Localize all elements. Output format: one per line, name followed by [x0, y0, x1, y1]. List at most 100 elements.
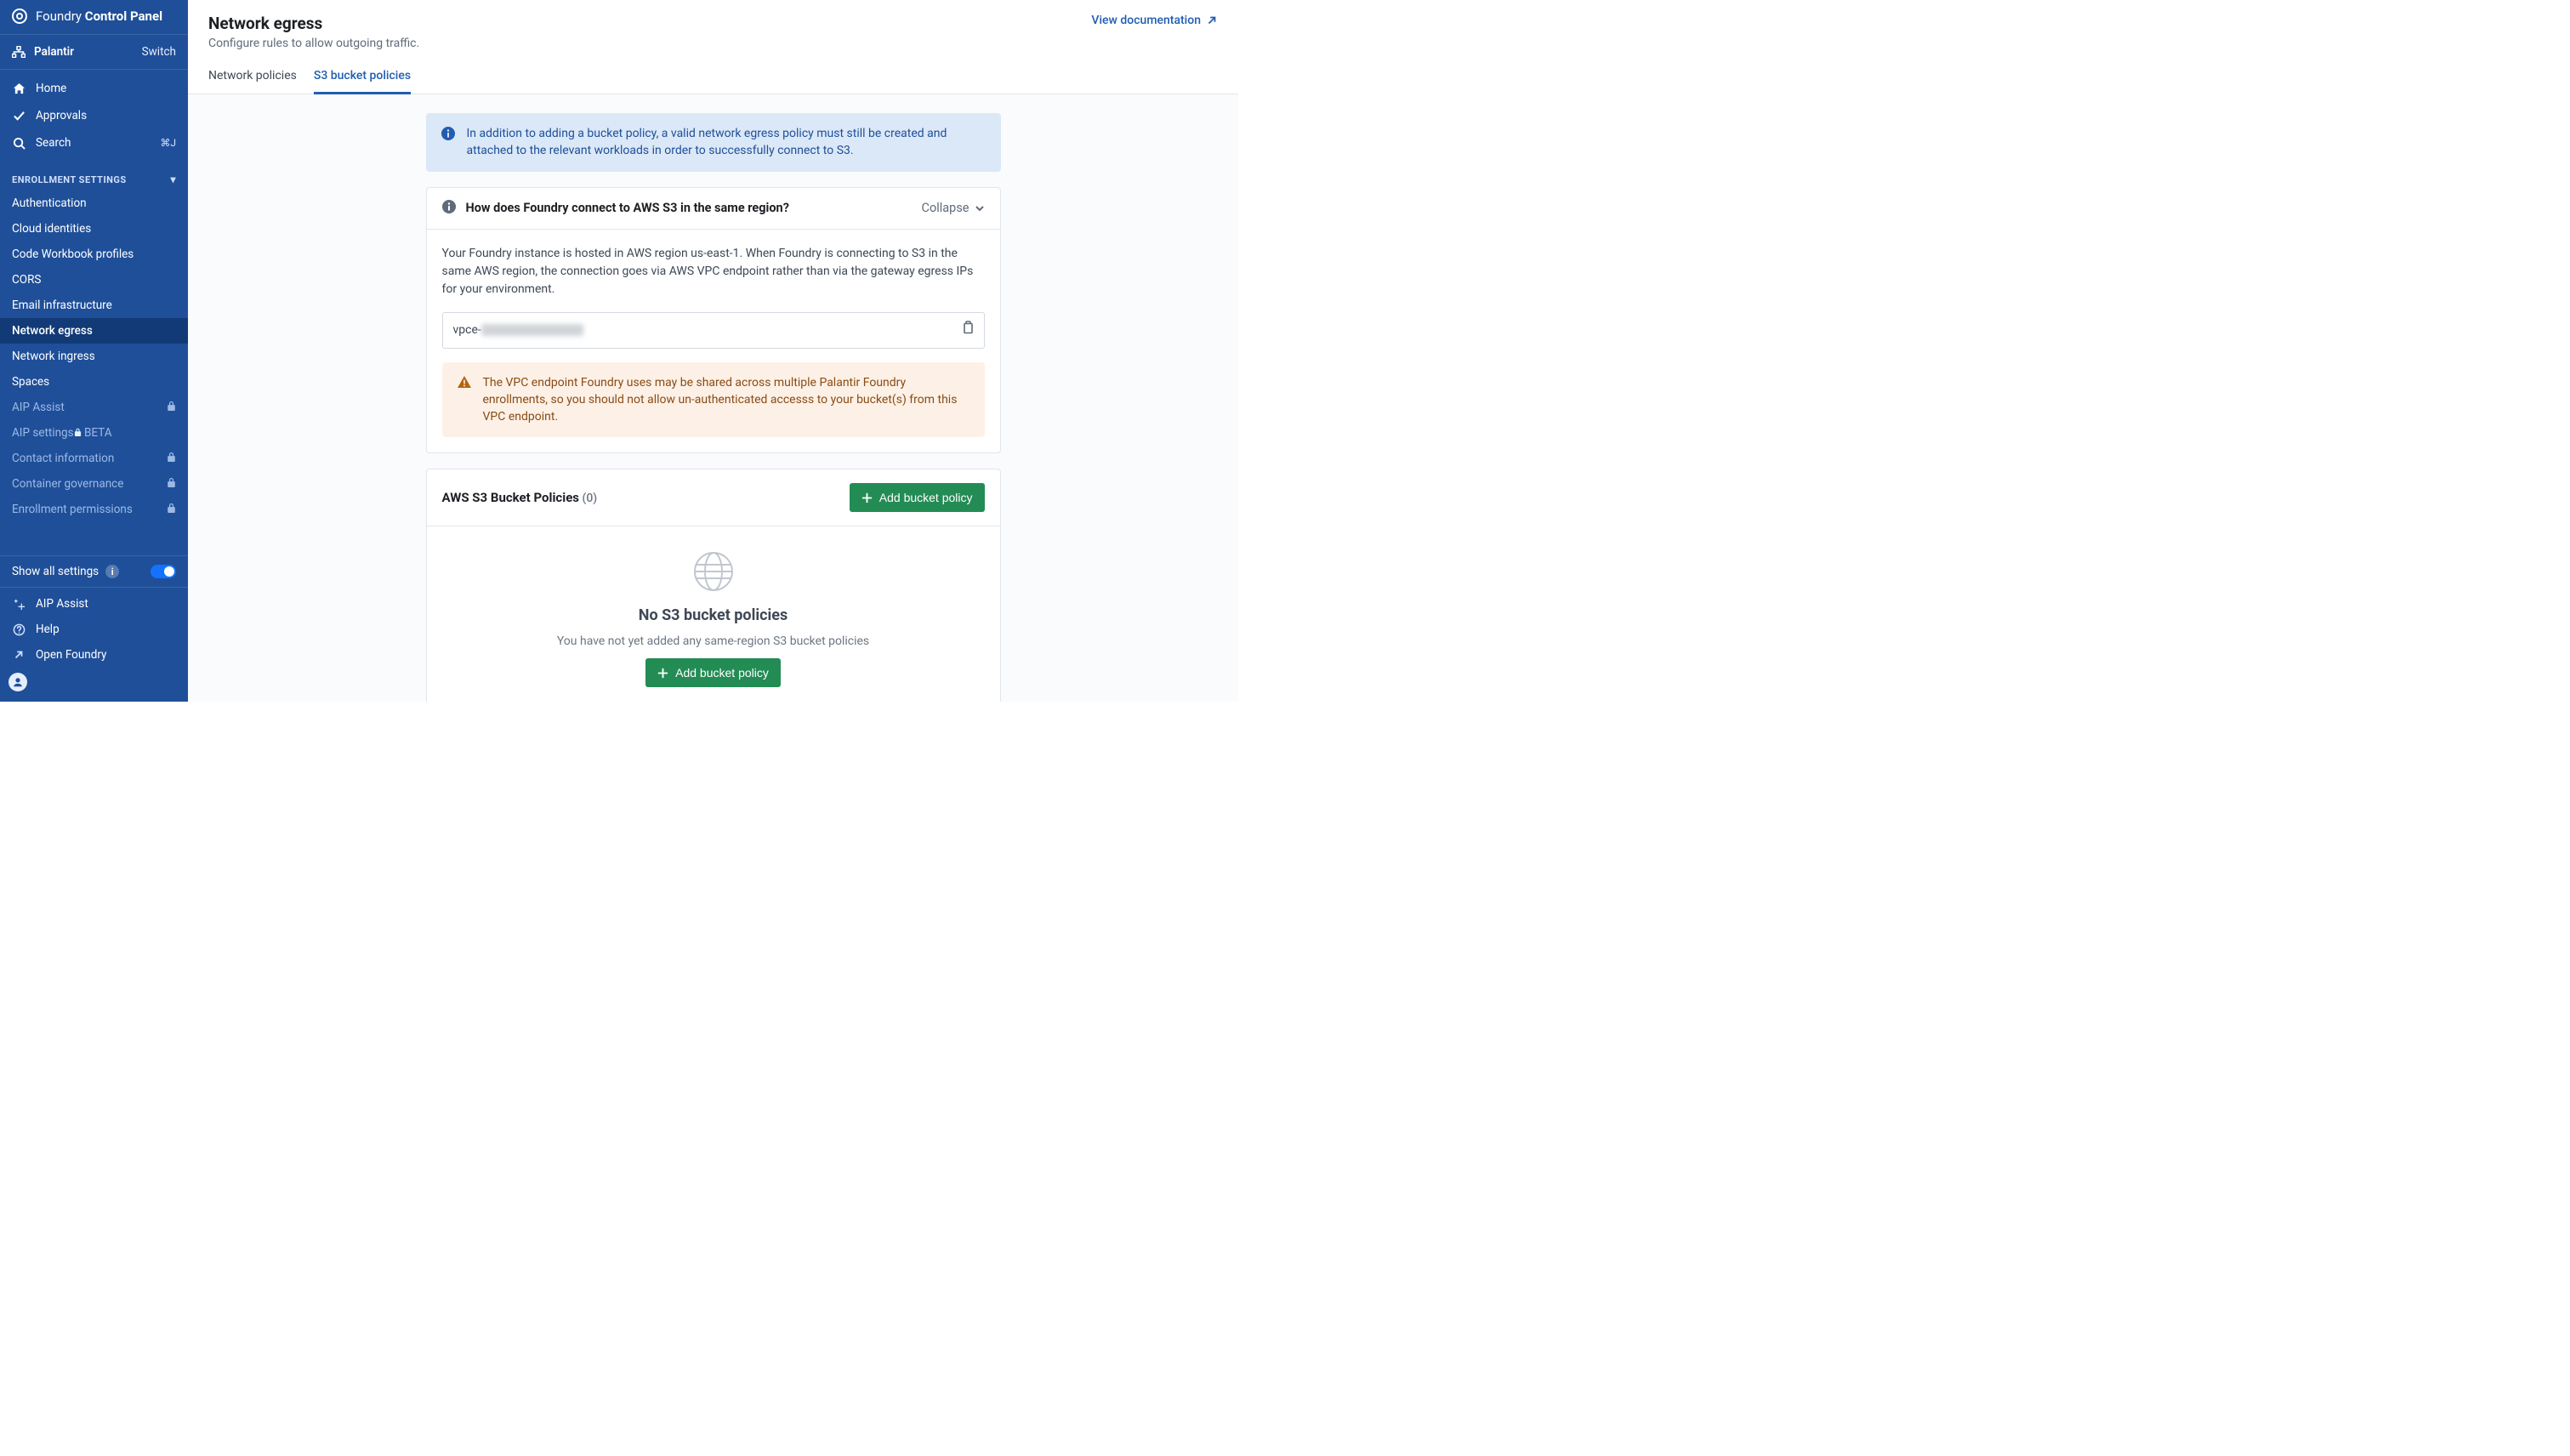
policies-empty-state: No S3 bucket policies You have not yet a… — [427, 526, 1000, 702]
tab-network-policies[interactable]: Network policies — [208, 60, 297, 94]
chevron-down-icon: ▾ — [170, 173, 176, 185]
page-subtitle: Configure rules to allow outgoing traffi… — [208, 37, 419, 50]
add-bucket-policy-button[interactable]: Add bucket policy — [850, 483, 985, 512]
sidebar-item-contact-information[interactable]: Contact information — [0, 446, 188, 471]
collapse-button[interactable]: Collapse — [922, 201, 985, 215]
lock-icon — [167, 503, 176, 516]
collapse-label: Collapse — [922, 201, 969, 215]
brand-text-light: Foundry — [36, 9, 85, 24]
org-name: Palantir — [12, 45, 74, 59]
brand[interactable]: Foundry Control Panel — [0, 0, 188, 35]
home-icon — [12, 82, 26, 95]
add-bucket-policy-button-empty[interactable]: Add bucket policy — [645, 658, 781, 687]
info-icon[interactable]: i — [105, 565, 119, 578]
page-title: Network egress — [208, 14, 419, 33]
connection-panel-body: Your Foundry instance is hosted in AWS r… — [427, 230, 1000, 453]
nav-home[interactable]: Home — [0, 75, 188, 102]
org-row: Palantir Switch — [0, 35, 188, 70]
sidebar-item-enrollment-permissions[interactable]: Enrollment permissions — [0, 497, 188, 522]
empty-title: No S3 bucket policies — [639, 606, 787, 624]
sidebar-item-aip-settings[interactable]: AIP settings BETA — [0, 420, 188, 446]
sidebar-item-authentication[interactable]: Authentication — [0, 191, 188, 216]
sidebar-item-aip-assist[interactable]: AIP Assist — [0, 395, 188, 420]
warn-callout: The VPC endpoint Foundry uses may be sha… — [442, 362, 985, 438]
sidebar-item-label: Cloud identities — [12, 222, 91, 236]
footer-open-foundry-label: Open Foundry — [36, 648, 106, 662]
policies-count: (0) — [583, 492, 598, 505]
sidebar-item-label: Authentication — [12, 196, 87, 210]
enrollment-section-header[interactable]: ENROLLMENT SETTINGS ▾ — [0, 162, 188, 191]
sidebar-item-code-workbook-profiles[interactable]: Code Workbook profiles — [0, 242, 188, 267]
beta-badge: BETA — [74, 426, 112, 440]
plus-icon — [657, 668, 668, 679]
main: Network egress Configure rules to allow … — [188, 0, 1238, 702]
footer-help[interactable]: Help — [0, 617, 188, 642]
vpce-endpoint-value: vpce- — [453, 321, 583, 339]
policies-title: AWS S3 Bucket Policies — [442, 490, 580, 505]
sidebar-item-container-governance[interactable]: Container governance — [0, 471, 188, 497]
nav-search[interactable]: Search ⌘J — [0, 129, 188, 156]
sidebar-item-spaces[interactable]: Spaces — [0, 369, 188, 395]
connection-panel-header: How does Foundry connect to AWS S3 in th… — [427, 188, 1000, 230]
footer-aip-assist-label: AIP Assist — [36, 597, 88, 611]
chevron-down-icon — [975, 203, 985, 213]
connection-body-text: Your Foundry instance is hosted in AWS r… — [442, 245, 985, 299]
show-all-label: Show all settings — [12, 565, 99, 578]
sidebar-item-network-ingress[interactable]: Network ingress — [0, 344, 188, 369]
sidebar: Foundry Control Panel Palantir Switch Ho… — [0, 0, 188, 702]
vpce-endpoint-field: vpce- — [442, 312, 985, 349]
tabs: Network policies S3 bucket policies — [188, 60, 1238, 94]
sidebar-item-label: Enrollment permissions — [12, 503, 133, 516]
footer-open-foundry[interactable]: Open Foundry — [0, 642, 188, 668]
main-header: Network egress Configure rules to allow … — [188, 0, 1238, 60]
info-icon — [441, 127, 455, 145]
org-tree-icon — [12, 46, 26, 58]
check-icon — [12, 110, 26, 122]
nav-search-kbd: ⌘J — [160, 137, 176, 149]
tab-s3-bucket-policies[interactable]: S3 bucket policies — [314, 60, 411, 94]
nav-search-label: Search — [36, 136, 71, 150]
policies-header: AWS S3 Bucket Policies (0) Add bucket po… — [427, 469, 1000, 526]
enrollment-items: Authentication Cloud identities Code Wor… — [0, 191, 188, 522]
info-callout: In addition to adding a bucket policy, a… — [426, 113, 1001, 172]
copy-icon[interactable] — [962, 321, 974, 340]
brand-text-bold: Control Panel — [85, 9, 162, 24]
empty-subtitle: You have not yet added any same-region S… — [557, 634, 869, 648]
connection-panel-title: How does Foundry connect to AWS S3 in th… — [466, 201, 789, 215]
connection-panel: How does Foundry connect to AWS S3 in th… — [426, 187, 1001, 454]
lock-icon — [167, 401, 176, 414]
footer-help-label: Help — [36, 623, 60, 636]
sidebar-item-network-egress[interactable]: Network egress — [0, 318, 188, 344]
org-name-label: Palantir — [34, 45, 74, 59]
vpce-prefix: vpce- — [453, 321, 481, 339]
sparkles-icon — [12, 598, 26, 611]
header-text: Network egress Configure rules to allow … — [208, 14, 419, 50]
policies-title-wrap: AWS S3 Bucket Policies (0) — [442, 490, 598, 505]
switch-org-link[interactable]: Switch — [142, 45, 176, 59]
sidebar-item-label: Network ingress — [12, 350, 95, 363]
nav-home-label: Home — [36, 82, 66, 95]
info-icon — [442, 200, 456, 217]
brand-logo-icon — [12, 9, 27, 24]
sidebar-item-label: AIP settings — [12, 426, 74, 440]
sidebar-item-cloud-identities[interactable]: Cloud identities — [0, 216, 188, 242]
sidebar-item-label: Email infrastructure — [12, 299, 112, 312]
sidebar-item-cors[interactable]: CORS — [0, 267, 188, 293]
avatar-row — [0, 668, 188, 697]
sidebar-item-email-infrastructure[interactable]: Email infrastructure — [0, 293, 188, 318]
doc-link-label: View documentation — [1091, 14, 1201, 27]
nav-approvals[interactable]: Approvals — [0, 102, 188, 129]
sidebar-item-label: Contact information — [12, 452, 114, 465]
footer-aip-assist[interactable]: AIP Assist — [0, 591, 188, 617]
plus-icon — [861, 492, 873, 503]
sidebar-item-label: Spaces — [12, 375, 49, 389]
search-icon — [12, 137, 26, 150]
add-bucket-policy-label: Add bucket policy — [879, 491, 973, 504]
user-avatar[interactable] — [9, 673, 27, 691]
sidebar-item-label: Container governance — [12, 477, 123, 491]
sidebar-item-label: CORS — [12, 273, 41, 287]
enrollment-section-label: ENROLLMENT SETTINGS — [12, 174, 127, 185]
view-documentation-link[interactable]: View documentation — [1091, 14, 1218, 27]
redacted-value — [481, 324, 583, 336]
show-all-toggle[interactable] — [151, 565, 176, 578]
